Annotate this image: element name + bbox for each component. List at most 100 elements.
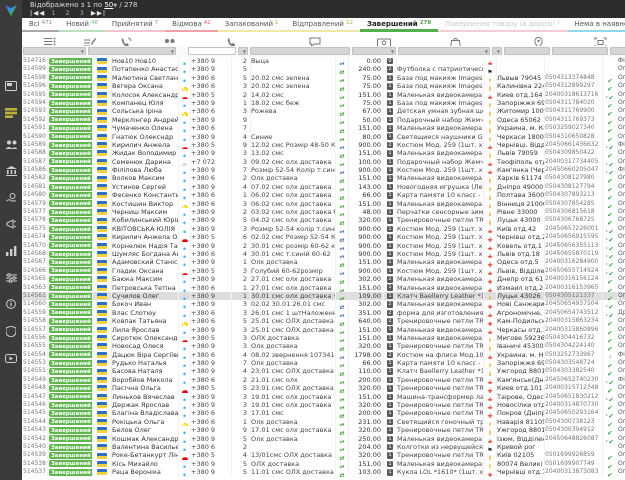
phone-number[interactable]: +380 9 [191,242,232,250]
tab-4[interactable]: Відмова42 [165,18,218,32]
table-row[interactable]: 514576 Завершений Кобилинський Юрій ✶ +3… [22,216,625,224]
tab-6[interactable]: Відправлений12 [286,18,360,32]
phone-number[interactable]: +380 9 [191,342,232,350]
tracking-number[interactable]: 0504311769373 [545,116,603,124]
table-row[interactable]: 514586 Завершений Філіпова Люба ✶ +380 9… [22,166,625,174]
phone-number[interactable]: +380 9 [191,367,232,375]
tracking-number[interactable]: 20450655870119 [545,250,603,258]
phone-number[interactable]: +380 9 [191,300,232,308]
phone-number[interactable]: +380 5 [191,267,232,275]
tracking-number[interactable]: 20450651830212 [545,393,603,401]
status-badge[interactable]: Завершений [49,301,93,308]
status-badge[interactable]: Завершений [49,192,93,199]
table-row[interactable]: 514599 Завершений Потапенко Анастас… ✶ +… [22,65,625,73]
tracking-number[interactable]: 20400313873083 [545,468,603,476]
tab-8[interactable]: Повернення товару (в дорозі)0 [438,18,567,32]
phone-number[interactable]: +380 6 [191,82,232,90]
phone-number[interactable]: +380 9 [191,393,232,401]
status-badge[interactable]: Завершений [49,293,93,300]
payment-filter-select[interactable]: ▼ [352,47,396,55]
tracking-number[interactable]: 0504310650828 [545,133,603,141]
tracking-number[interactable] [545,65,603,73]
sidebar-item-donate[interactable] [0,188,22,208]
table-row[interactable]: 514548 Завершений Пасічна Ольга ’ +380 5… [22,384,625,392]
tracking-number[interactable]: 20450648826087 [545,435,603,443]
table-row[interactable]: 514557 Завершений Лила Ярослав ✶ +380 9 … [22,326,625,334]
tracking-number[interactable]: 20400315860896 [545,326,603,334]
sidebar-item-bank[interactable] [0,161,22,181]
tracking-number[interactable]: 0504306768725 [545,216,603,224]
tracking-number[interactable]: 0504307854285 [545,200,603,208]
status-badge[interactable]: Завершений [49,175,93,182]
phone-number[interactable]: +380 6 [191,200,232,208]
tracking-number[interactable]: 0504308127794 [545,183,603,191]
phone-number[interactable]: +380 5 [191,384,232,392]
table-row[interactable]: 514565 Завершений Баюка Максим ✶ +380 9 … [22,275,625,283]
table-row[interactable]: 514579 Завершений Костишин Виктор lc +38… [22,200,625,208]
phone-number[interactable]: +380 5 [191,451,232,459]
status-badge[interactable]: Завершений [49,158,93,165]
tracking-number[interactable]: 0504306815618 [545,208,603,216]
tracking-number[interactable]: 0503259027340 [545,124,603,132]
table-row[interactable]: 514563 Завершений Петровська Тетіна ✶ +3… [22,284,625,292]
status-badge[interactable]: Завершений [49,251,93,258]
status-badge[interactable]: Завершений [49,74,93,81]
tracking-number[interactable]: 0504308127980 [545,174,603,182]
tracking-number[interactable]: 20400316153965 [545,284,603,292]
sidebar-item-dashboard[interactable] [0,76,22,96]
phone-number[interactable]: +380 6 [191,74,232,82]
page-3-button[interactable]: 3 [80,9,85,17]
status-badge[interactable]: Завершений [49,184,93,191]
phone-number[interactable]: +380 5 [191,91,232,99]
phone-number[interactable]: +380 9 [191,149,232,157]
status-badge[interactable]: Завершений [49,410,93,417]
tracking-number[interactable]: 20400316284900 [545,258,603,266]
status-badge[interactable]: Завершений [49,91,93,98]
table-row[interactable]: 514574 Завершений Кирилич Анжела Ол… ’ +… [22,233,625,241]
tracking-number[interactable]: 20450661436632 [545,141,603,149]
first-page-button[interactable]: |◀◀ [30,9,45,17]
table-row[interactable]: 514553 Завершений Рудько Наталья ✶ +380 … [22,359,625,367]
status-badge[interactable]: Завершений [49,116,93,123]
status-badge[interactable]: Завершений [49,133,93,140]
tracking-number[interactable]: 0504313374848 [545,74,603,82]
sidebar-item-info[interactable] [0,294,22,314]
delivery-filter-caret[interactable]: ▼ [492,47,502,55]
status-badge[interactable]: Завершений [49,242,93,249]
tracking-number[interactable]: 20450650293164 [545,409,603,417]
phone-number[interactable]: +380 9 [191,65,232,73]
phone-filter-caret[interactable]: ▼ [238,47,248,55]
table-row[interactable]: 514547 Завершений Линьков Вячеслав ✶ +38… [22,393,625,401]
status-badge[interactable]: Завершений [49,309,93,316]
sidebar-item-announcements[interactable] [0,214,22,234]
phone-number[interactable]: +380 9 [191,208,232,216]
phone-number[interactable]: +380 9 [191,225,232,233]
status-badge[interactable]: Завершений [49,418,93,425]
tracking-number[interactable]: 0504309850422 [545,149,603,157]
status-badge[interactable]: Завершений [49,83,93,90]
phone-number[interactable]: +380 6 [191,191,232,199]
table-row[interactable]: 514592 Завершений Мерклінгер Андрей ✶ +3… [22,116,625,124]
sidebar-item-orders[interactable] [0,103,22,123]
status-badge[interactable]: Завершений [49,427,93,434]
per-page-select[interactable]: 50 [104,1,113,9]
table-row[interactable]: 514539 Завершений Роке-Бетанкурт Лін… ’ … [22,451,625,459]
client-filter-input[interactable] [610,47,625,55]
status-badge[interactable]: Завершений [49,393,93,400]
status-badge[interactable]: Завершений [49,318,93,325]
tab-3[interactable]: Прийнятий7 [105,18,165,32]
status-badge[interactable]: Завершений [49,66,93,73]
last-page-button[interactable]: ▶▶| [91,9,106,17]
status-badge[interactable]: Завершений [49,469,93,476]
table-row[interactable]: 514537 Завершений Раца Вероніка ✶ +380 9… [22,468,625,476]
phone-number[interactable]: +380 6 [191,418,232,426]
product-filter-select[interactable]: ▼ [398,47,490,55]
phone-number[interactable]: +380 6 [191,250,232,258]
city-filter-input[interactable] [504,47,550,55]
page-1-button[interactable]: 1 [51,9,56,17]
phone-number[interactable]: +380 9 [191,292,232,300]
table-row[interactable]: 514560 Завершений Бокоч Иван ✶ +380 9 3 … [22,300,625,308]
table-row[interactable]: 514594 Завершений Компанец Юля ✶ +380 9 … [22,99,625,107]
tracking-number[interactable]: 0504303548724 [545,359,603,367]
tracking-number[interactable]: 20450660205047 [545,166,603,174]
